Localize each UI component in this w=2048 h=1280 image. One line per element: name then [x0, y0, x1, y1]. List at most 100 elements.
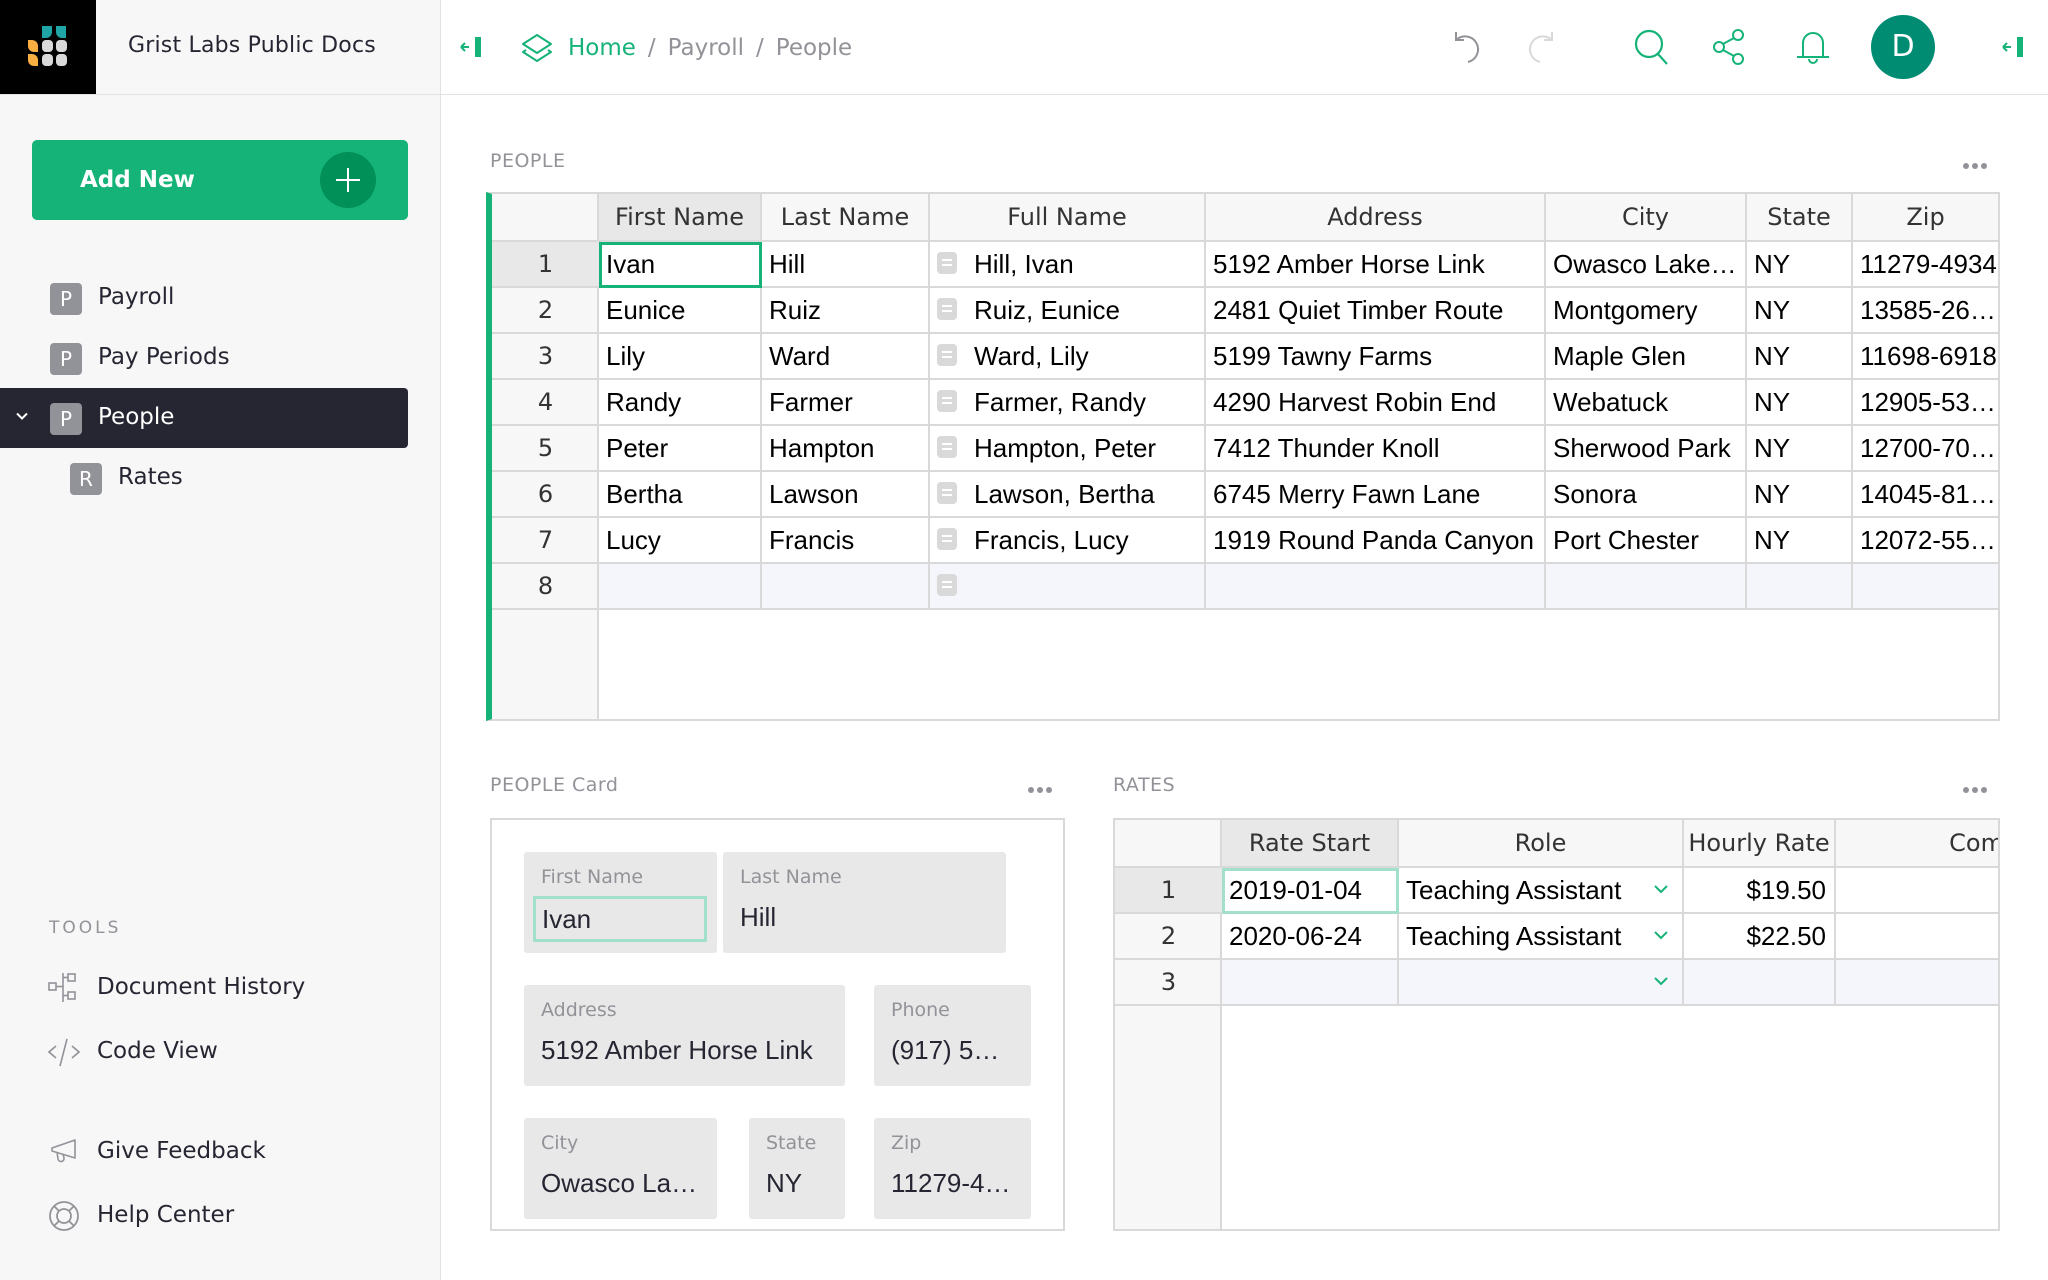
undo-icon[interactable] — [1452, 28, 1490, 66]
grid-cell-full-name[interactable]: Farmer, Randy — [930, 380, 1206, 426]
people-grid[interactable]: First Name Last Name Full Name Address City S… — [486, 192, 2000, 721]
grid-cell-hourly-rate[interactable] — [1684, 960, 1836, 1006]
column-header-first-name[interactable]: First Name — [599, 194, 762, 242]
grid-cell-rate-start[interactable]: 2020-06-24 — [1222, 914, 1399, 960]
sidebar-page-pay-periods[interactable]: P Pay Periods — [0, 328, 408, 388]
column-header-zip[interactable]: Zip — [1853, 194, 1998, 242]
give-feedback-link[interactable]: Give Feedback — [48, 1130, 408, 1174]
column-header-rate-start[interactable]: Rate Start — [1222, 820, 1399, 868]
add-new-button[interactable]: Add New — [32, 140, 408, 220]
share-icon[interactable] — [1711, 28, 1749, 66]
grid-cell-zip[interactable]: 12072-5569 — [1853, 518, 1998, 564]
grid-cell-city[interactable]: Montgomery — [1546, 288, 1747, 334]
row-number[interactable]: 3 — [1115, 960, 1222, 1006]
grid-cell-state[interactable]: NY — [1747, 518, 1853, 564]
grid-cell-hourly-rate[interactable]: $22.50 — [1684, 914, 1836, 960]
grid-cell-full-name[interactable]: Ruiz, Eunice — [930, 288, 1206, 334]
grid-cell-first-name[interactable]: Randy — [599, 380, 762, 426]
field-value[interactable]: 11279-4… — [891, 1168, 1021, 1199]
grid-cell-city[interactable]: Maple Glen — [1546, 334, 1747, 380]
collapse-right-panel-icon[interactable] — [2000, 32, 2032, 64]
column-header-full-name[interactable]: Full Name — [930, 194, 1206, 242]
grid-cell-state[interactable]: NY — [1747, 334, 1853, 380]
grid-cell-zip[interactable]: 11279-4934 — [1853, 242, 1998, 288]
grid-cell-rate-start[interactable]: 2019-01-04 — [1222, 868, 1399, 914]
grid-cell-address[interactable] — [1206, 564, 1546, 610]
grid-cell-city[interactable]: Webatuck — [1546, 380, 1747, 426]
layers-home-icon[interactable] — [520, 31, 554, 65]
grid-cell-first-name[interactable]: Lily — [599, 334, 762, 380]
grid-corner[interactable] — [492, 194, 599, 242]
grid-cell-address[interactable]: 5199 Tawny Farms — [1206, 334, 1546, 380]
grid-cell-address[interactable]: 6745 Merry Fawn Lane — [1206, 472, 1546, 518]
grid-cell-first-name[interactable] — [599, 564, 762, 610]
card-field-first-name[interactable]: First Name Ivan — [524, 852, 717, 953]
grid-cell-zip[interactable]: 12700-7072 — [1853, 426, 1998, 472]
grid-cell-address[interactable]: 5192 Amber Horse Link — [1206, 242, 1546, 288]
grid-cell-first-name[interactable]: Ivan — [599, 242, 762, 288]
rates-section-title[interactable]: RATES — [1113, 774, 1175, 796]
grid-cell-zip[interactable]: 12905-5354 — [1853, 380, 1998, 426]
grid-cell-address[interactable]: 1919 Round Panda Canyon — [1206, 518, 1546, 564]
grid-cell-state[interactable]: NY — [1747, 380, 1853, 426]
grid-cell-first-name[interactable]: Bertha — [599, 472, 762, 518]
sidebar-page-people[interactable]: P People — [0, 388, 408, 448]
field-value[interactable]: Owasco La… — [541, 1168, 707, 1199]
notifications-icon[interactable] — [1794, 28, 1832, 66]
search-icon[interactable] — [1633, 28, 1671, 66]
breadcrumb-people[interactable]: People — [776, 35, 852, 61]
card-field-city[interactable]: City Owasco La… — [524, 1118, 717, 1219]
grid-cell-com[interactable] — [1836, 868, 1998, 914]
grid-cell-city[interactable] — [1546, 564, 1747, 610]
row-number[interactable]: 2 — [1115, 914, 1222, 960]
people-section-menu-button[interactable] — [1963, 156, 1991, 169]
grid-cell-zip[interactable]: 13585-2659 — [1853, 288, 1998, 334]
card-field-state[interactable]: State NY — [749, 1118, 845, 1219]
tool-code-view[interactable]: Code View — [48, 1030, 408, 1074]
help-center-link[interactable]: Help Center — [48, 1194, 408, 1238]
grid-cell-last-name[interactable]: Francis — [762, 518, 930, 564]
grid-cell-full-name[interactable]: Lawson, Bertha — [930, 472, 1206, 518]
rates-section-menu-button[interactable] — [1963, 780, 1991, 793]
grid-cell-address[interactable]: 7412 Thunder Knoll — [1206, 426, 1546, 472]
grid-corner[interactable] — [1115, 820, 1222, 868]
user-avatar[interactable]: D — [1871, 15, 1935, 79]
grid-cell-city[interactable]: Sonora — [1546, 472, 1747, 518]
row-number[interactable]: 4 — [492, 380, 599, 426]
grid-cell-last-name[interactable]: Farmer — [762, 380, 930, 426]
chevron-down-icon[interactable] — [16, 410, 28, 422]
grid-cell-hourly-rate[interactable]: $19.50 — [1684, 868, 1836, 914]
grid-cell-state[interactable]: NY — [1747, 288, 1853, 334]
grid-cell-first-name[interactable]: Lucy — [599, 518, 762, 564]
breadcrumb-home[interactable]: Home — [568, 35, 636, 61]
row-number[interactable]: 7 — [492, 518, 599, 564]
grid-cell-full-name[interactable]: Ward, Lily — [930, 334, 1206, 380]
row-number[interactable]: 8 — [492, 564, 599, 610]
row-number[interactable]: 2 — [492, 288, 599, 334]
dropdown-chevron-icon[interactable] — [1654, 976, 1668, 986]
grid-cell-last-name[interactable]: Hampton — [762, 426, 930, 472]
field-value[interactable]: Ivan — [533, 896, 707, 942]
grid-cell-com[interactable] — [1836, 960, 1998, 1006]
grid-cell-address[interactable]: 4290 Harvest Robin End — [1206, 380, 1546, 426]
column-header-address[interactable]: Address — [1206, 194, 1546, 242]
grid-cell-first-name[interactable]: Peter — [599, 426, 762, 472]
row-number[interactable]: 6 — [492, 472, 599, 518]
card-section-title[interactable]: PEOPLE Card — [490, 774, 618, 796]
grid-cell-zip[interactable]: 14045-8197 — [1853, 472, 1998, 518]
field-value[interactable]: NY — [766, 1168, 835, 1199]
dropdown-chevron-icon[interactable] — [1654, 930, 1668, 940]
row-number[interactable]: 1 — [492, 242, 599, 288]
column-header-state[interactable]: State — [1747, 194, 1853, 242]
field-value[interactable]: 5192 Amber Horse Link — [541, 1035, 835, 1066]
dropdown-chevron-icon[interactable] — [1654, 884, 1668, 894]
grid-cell-com[interactable] — [1836, 914, 1998, 960]
grid-cell-city[interactable]: Sherwood Park — [1546, 426, 1747, 472]
grid-cell-zip[interactable] — [1853, 564, 1998, 610]
row-number[interactable]: 3 — [492, 334, 599, 380]
grid-cell-state[interactable]: NY — [1747, 242, 1853, 288]
grid-cell-role[interactable]: Teaching Assistant — [1399, 868, 1684, 914]
grist-logo[interactable] — [0, 0, 96, 94]
card-section-menu-button[interactable] — [1028, 780, 1056, 793]
people-section-title[interactable]: PEOPLE — [490, 150, 565, 172]
